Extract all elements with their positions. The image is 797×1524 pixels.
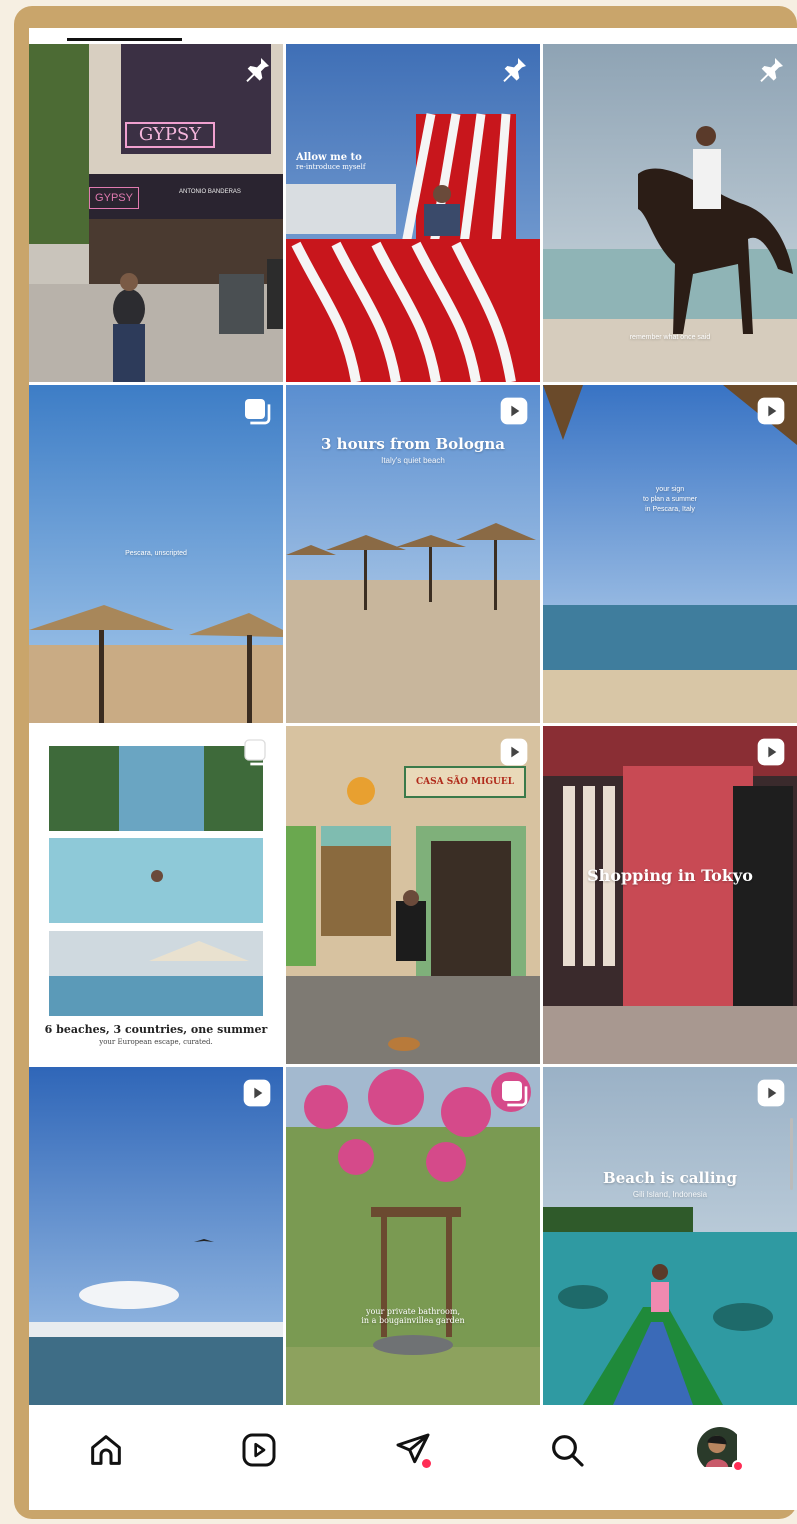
post-red-chair[interactable]: Allow me to re-introduce myself bbox=[286, 44, 540, 382]
reel-icon bbox=[498, 395, 530, 427]
post-horse[interactable]: remember what once said bbox=[543, 44, 797, 382]
reel-icon bbox=[755, 736, 787, 768]
nav-reels[interactable] bbox=[235, 1426, 283, 1474]
post-image bbox=[29, 726, 283, 1064]
reels-icon bbox=[242, 1433, 276, 1467]
post-caption: your sign to plan a summer in Pescara, I… bbox=[642, 486, 698, 513]
post-image bbox=[286, 1067, 540, 1405]
caption-title: 3 hours from Bologna bbox=[321, 435, 505, 453]
pin-icon bbox=[498, 54, 530, 86]
bottom-nav bbox=[29, 1406, 797, 1510]
reel-icon bbox=[755, 395, 787, 427]
post-gypsy[interactable]: GYPSY GYPSY ANTONIO BANDERAS bbox=[29, 44, 283, 382]
reel-icon bbox=[498, 736, 530, 768]
reel-icon bbox=[241, 1077, 273, 1109]
tab-indicator bbox=[67, 38, 182, 41]
caption-sub: Italy's quiet beach bbox=[381, 456, 445, 465]
theatre-sub-sign: ANTONIO BANDERAS bbox=[179, 189, 241, 195]
nav-search[interactable] bbox=[543, 1426, 591, 1474]
post-caption: Allow me to re-introduce myself bbox=[296, 152, 365, 171]
post-gili[interactable]: Beach is calling Gili Island, Indonesia bbox=[543, 1067, 797, 1405]
post-image bbox=[286, 44, 540, 382]
pin-icon bbox=[755, 54, 787, 86]
nav-home[interactable] bbox=[82, 1426, 130, 1474]
post-bologna[interactable]: 3 hours from Bologna Italy's quiet beach bbox=[286, 385, 540, 723]
post-sign-summer[interactable]: your sign to plan a summer in Pescara, I… bbox=[543, 385, 797, 723]
post-image bbox=[29, 44, 283, 382]
post-grid: GYPSY GYPSY ANTONIO BANDERAS Allow me to… bbox=[29, 44, 797, 1406]
post-caption: your private bathroom, in a bougainville… bbox=[361, 1307, 465, 1325]
caption-sub: Gili Island, Indonesia bbox=[632, 1190, 708, 1199]
post-casa-sao-miguel[interactable]: CASA SÃO MIGUEL bbox=[286, 726, 540, 1064]
nav-messages[interactable] bbox=[389, 1426, 437, 1474]
gypsy-billboard: GYPSY bbox=[125, 122, 215, 148]
profile-screen: GYPSY GYPSY ANTONIO BANDERAS Allow me to… bbox=[29, 28, 797, 1510]
post-image bbox=[543, 726, 797, 1064]
post-beaches-collage[interactable]: 6 beaches, 3 countries, one summer your … bbox=[29, 726, 283, 1064]
gypsy-marquee: GYPSY bbox=[89, 187, 139, 209]
post-sea-bird[interactable] bbox=[29, 1067, 283, 1405]
caption-sub: your European escape, curated. bbox=[99, 1038, 213, 1046]
nav-profile[interactable] bbox=[696, 1426, 745, 1474]
scrollbar[interactable] bbox=[790, 1118, 793, 1190]
caption-title: Beach is calling bbox=[603, 1169, 737, 1187]
post-caption: Shopping in Tokyo bbox=[543, 866, 797, 885]
carousel-icon bbox=[498, 1077, 530, 1109]
post-caption: remember what once said bbox=[629, 334, 711, 341]
post-caption: 6 beaches, 3 countries, one summer your … bbox=[29, 1023, 283, 1046]
shop-sign: CASA SÃO MIGUEL bbox=[404, 766, 526, 798]
post-pescara-unscripted[interactable]: Pescara, unscripted bbox=[29, 385, 283, 723]
pin-icon bbox=[241, 54, 273, 86]
reel-icon bbox=[755, 1077, 787, 1109]
home-icon bbox=[90, 1435, 121, 1465]
post-image bbox=[29, 1067, 283, 1405]
post-caption: Pescara, unscripted bbox=[125, 550, 187, 557]
post-image bbox=[543, 385, 797, 723]
post-caption: 3 hours from Bologna Italy's quiet beach bbox=[286, 435, 540, 465]
caption-sub: re-introduce myself bbox=[296, 163, 366, 171]
post-image bbox=[543, 44, 797, 382]
post-bougainvillea[interactable]: your private bathroom, in a bougainville… bbox=[286, 1067, 540, 1405]
notification-dot bbox=[421, 1459, 431, 1468]
search-icon bbox=[551, 1435, 584, 1467]
caption-title: Shopping in Tokyo bbox=[587, 866, 753, 885]
caption-title: Allow me to bbox=[296, 152, 362, 163]
caption-title: 6 beaches, 3 countries, one summer bbox=[44, 1023, 268, 1036]
notification-dot bbox=[732, 1460, 745, 1472]
post-caption: Beach is calling Gili Island, Indonesia bbox=[543, 1169, 797, 1199]
post-image bbox=[543, 1067, 797, 1405]
carousel-icon bbox=[241, 736, 273, 768]
carousel-icon bbox=[241, 395, 273, 427]
post-tokyo[interactable]: Shopping in Tokyo bbox=[543, 726, 797, 1064]
